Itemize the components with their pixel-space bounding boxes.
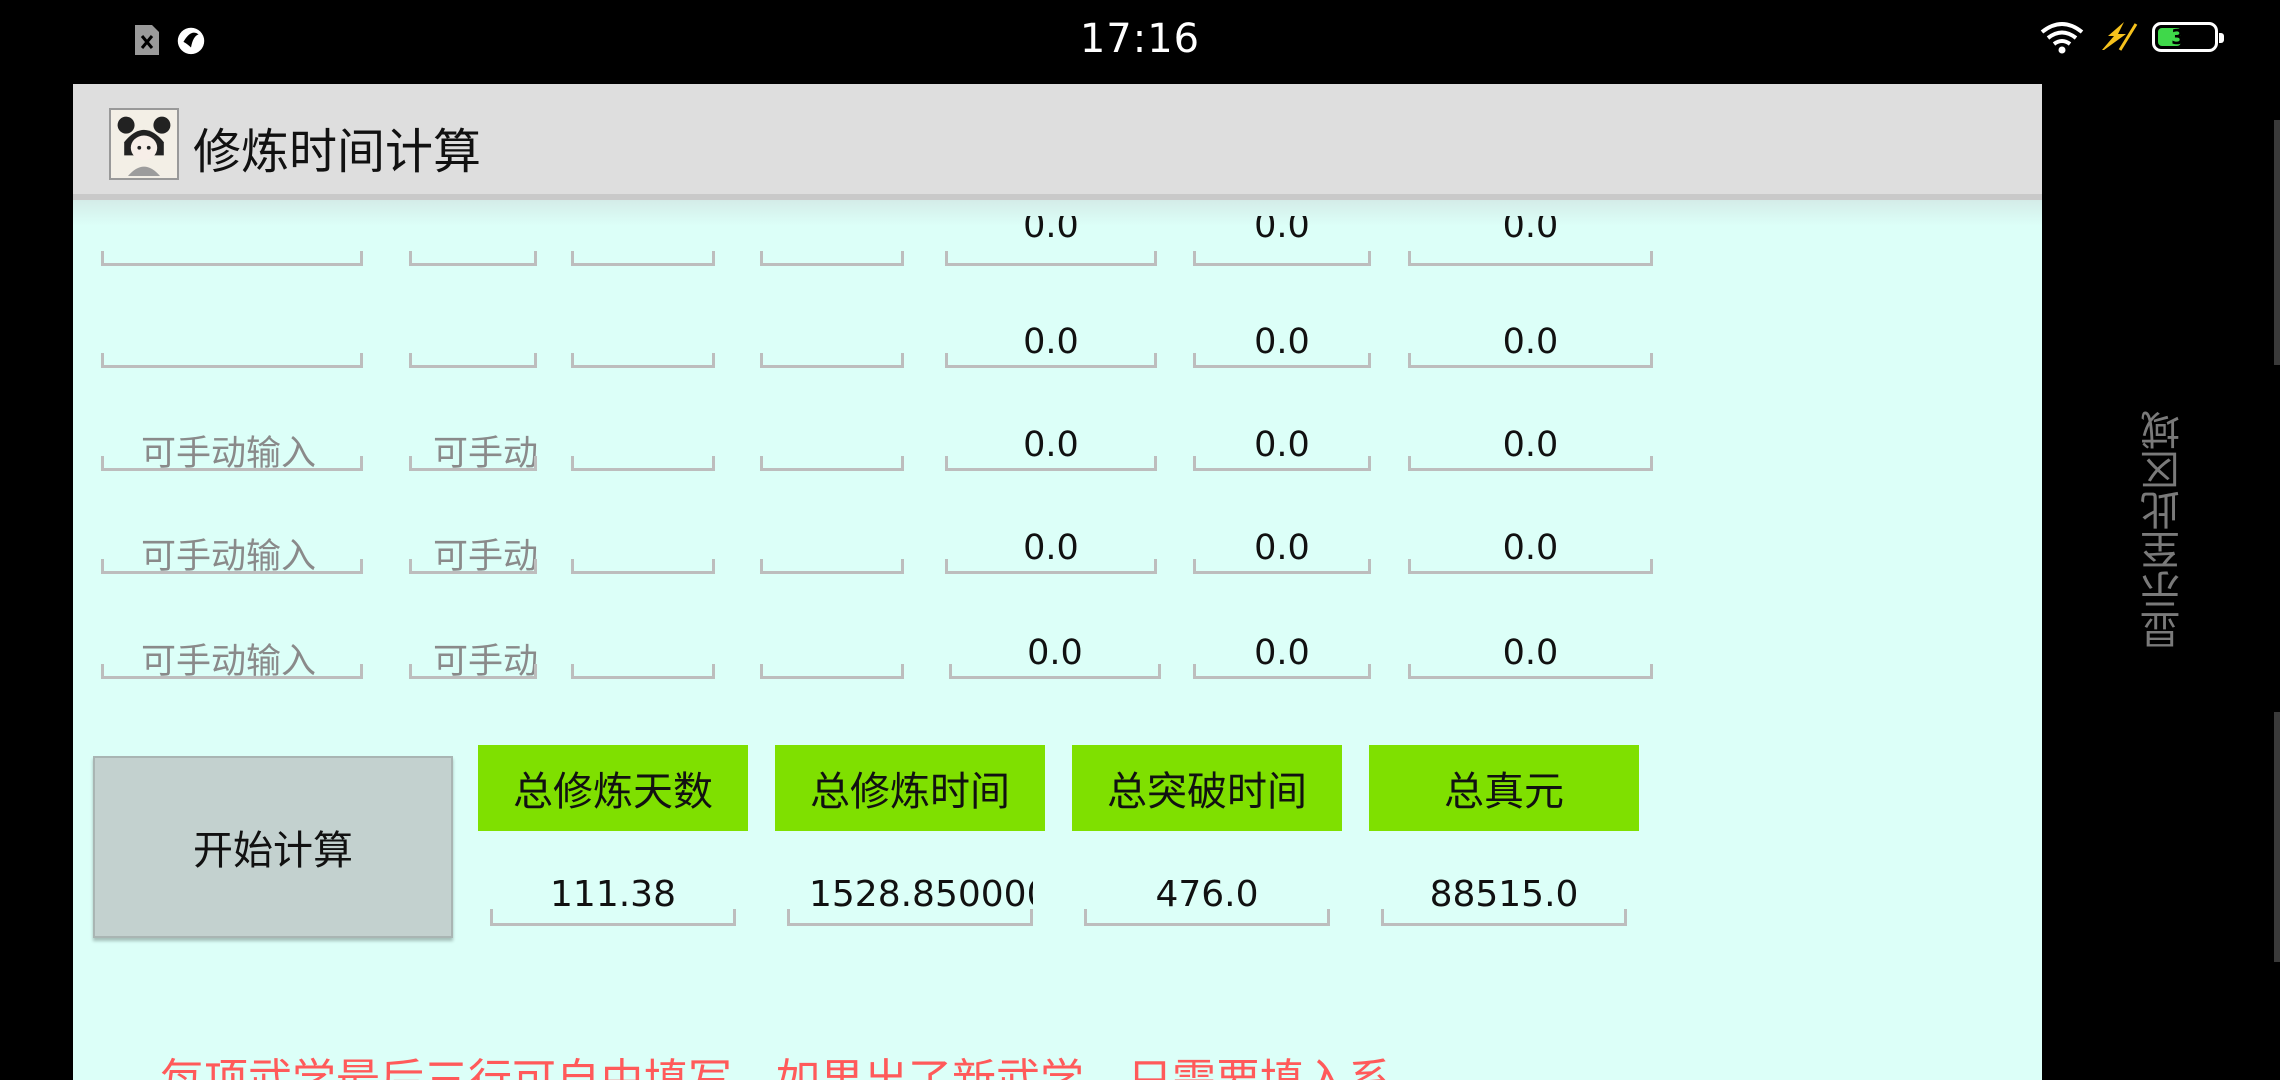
row2-col2-input[interactable] xyxy=(409,318,537,368)
row1-col5-value[interactable]: 0.0 xyxy=(945,216,1157,266)
row4-col5-value[interactable]: 0.0 xyxy=(945,524,1157,574)
row3-col2-input[interactable]: 可手动输入 xyxy=(409,421,537,471)
total-cultivation-days-value[interactable]: 111.38 xyxy=(490,864,736,926)
row5-col7-value[interactable]: 0.0 xyxy=(1408,629,1653,679)
row5-col3-input[interactable] xyxy=(571,629,715,679)
status-right-icons: 35 xyxy=(2040,20,2224,54)
row1-col3-input[interactable] xyxy=(571,216,715,266)
row1-col4-input[interactable] xyxy=(760,216,904,266)
row3-col3-input[interactable] xyxy=(571,421,715,471)
app-avatar-icon xyxy=(109,108,179,180)
start-calculation-button[interactable]: 开始计算 xyxy=(93,756,453,938)
row2-col4-input[interactable] xyxy=(760,318,904,368)
row1-col1-input[interactable] xyxy=(101,216,363,266)
row4-col7-value[interactable]: 0.0 xyxy=(1408,524,1653,574)
charging-icon xyxy=(2102,22,2138,51)
row3-col6-value[interactable]: 0.0 xyxy=(1193,421,1371,471)
instruction-note: 每项武学最后三行可自由填写，如果出了新武学，只需要填入系 xyxy=(160,1044,1392,1080)
wifi-icon xyxy=(2040,22,2084,54)
row1-col2-input[interactable] xyxy=(409,216,537,266)
battery-level: 35 xyxy=(2171,25,2199,49)
app-title: 修炼时间计算 xyxy=(193,124,482,180)
side-region-label: 显示至此区域 xyxy=(2141,410,2187,650)
total-breakthrough-time-value[interactable]: 476.0 xyxy=(1084,864,1330,926)
row5-col5-value[interactable]: 0.0 xyxy=(949,629,1161,679)
side-edge-handle-lower[interactable] xyxy=(2274,712,2280,962)
total-true-essence-label: 总真元 xyxy=(1369,745,1639,831)
row1-col6-value[interactable]: 0.0 xyxy=(1193,216,1371,266)
row3-col4-input[interactable] xyxy=(760,421,904,471)
row1-col7-value[interactable]: 0.0 xyxy=(1408,216,1653,266)
row3-col5-value[interactable]: 0.0 xyxy=(945,421,1157,471)
total-cultivation-time-value[interactable]: 1528.850000 xyxy=(787,864,1033,926)
row5-col1-input[interactable]: 可手动输入 xyxy=(101,629,363,679)
row2-col3-input[interactable] xyxy=(571,318,715,368)
row2-col1-input[interactable] xyxy=(101,318,363,368)
row4-col1-input[interactable]: 可手动输入 xyxy=(101,524,363,574)
row5-col2-input[interactable]: 可手动输入 xyxy=(409,629,537,679)
status-bar: 17:16 35 xyxy=(0,0,2280,84)
side-edge-handle[interactable] xyxy=(2274,120,2280,365)
row4-col2-input[interactable]: 可手动输入 xyxy=(409,524,537,574)
total-cultivation-time-label: 总修炼时间 xyxy=(775,745,1045,831)
row4-col4-input[interactable] xyxy=(760,524,904,574)
total-breakthrough-time-label: 总突破时间 xyxy=(1072,745,1342,831)
row2-col7-value[interactable]: 0.0 xyxy=(1408,318,1653,368)
row4-col6-value[interactable]: 0.0 xyxy=(1193,524,1371,574)
row3-col1-input[interactable]: 可手动输入 xyxy=(101,421,363,471)
row5-col4-input[interactable] xyxy=(760,629,904,679)
row4-col3-input[interactable] xyxy=(571,524,715,574)
app-window: 修炼时间计算 0.0 0.0 0.0 0.0 0.0 0.0 可手动输入 可手动… xyxy=(73,84,2042,1080)
row3-col7-value[interactable]: 0.0 xyxy=(1408,421,1653,471)
row2-col5-value[interactable]: 0.0 xyxy=(945,318,1157,368)
row2-col6-value[interactable]: 0.0 xyxy=(1193,318,1371,368)
row5-col6-value[interactable]: 0.0 xyxy=(1193,629,1371,679)
total-true-essence-value[interactable]: 88515.0 xyxy=(1381,864,1627,926)
clock: 17:16 xyxy=(1079,16,1201,62)
battery-icon: 35 xyxy=(2152,22,2224,52)
app-bar: 修炼时间计算 xyxy=(73,84,2042,226)
total-cultivation-days-label: 总修炼天数 xyxy=(478,745,748,831)
